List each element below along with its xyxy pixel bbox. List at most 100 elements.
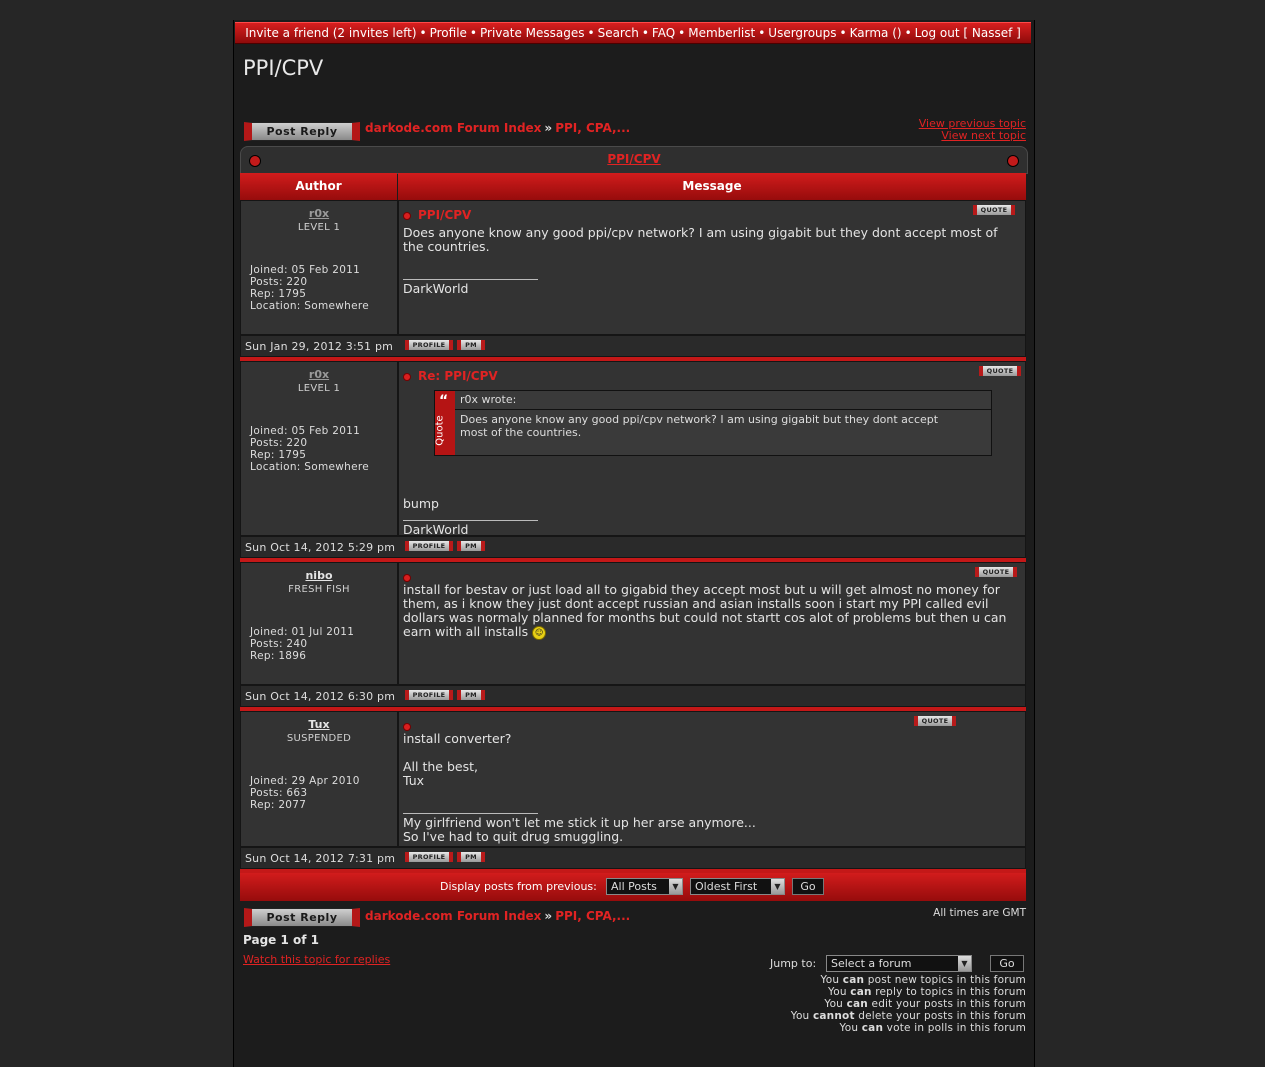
display-posts-label: Display posts from previous: — [440, 880, 597, 893]
perm-can: can — [861, 1022, 884, 1034]
perm-you: You — [839, 1022, 859, 1034]
post-reply-button[interactable]: Post Reply — [244, 122, 360, 141]
author-joined: Joined: 05 Feb 2011 — [250, 425, 361, 437]
display-go-button[interactable]: Go — [792, 878, 824, 895]
nav-sep: • — [839, 26, 847, 40]
page-info: Page 1 of 1 — [243, 933, 319, 947]
author-joined: Joined: 05 Feb 2011 — [250, 264, 361, 276]
post-footer: Sun Oct 14, 2012 7:31 pm PROFILE PM — [240, 847, 1026, 869]
column-header-message: Message — [398, 173, 1026, 200]
quote-button[interactable]: QUOTE — [973, 205, 1015, 215]
permission-line: You can reply to topics in this forum — [828, 986, 1026, 998]
author-posts: Posts: 220 — [250, 437, 308, 449]
post-bullet-icon — [403, 573, 411, 582]
post-message-cell: QUOTE install converter? All the best, T… — [398, 711, 1026, 847]
pm-button[interactable]: PM — [457, 852, 485, 862]
perm-text: delete your posts in this forum — [858, 1010, 1026, 1022]
nav-private-messages[interactable]: Private Messages — [480, 26, 585, 40]
sort-order-select[interactable]: Oldest First ▼ — [690, 878, 785, 895]
post-author-rank: FRESH FISH — [288, 584, 350, 595]
topic-table-title[interactable]: PPI/CPV — [241, 152, 1027, 166]
top-nav-bar: Invite a friend (2 invites left) • Profile… — [235, 22, 1031, 44]
post-author-name[interactable]: Tux — [241, 718, 397, 731]
post-body-line: install converter? — [403, 731, 512, 746]
permission-line: You can post new topics in this forum — [821, 974, 1026, 986]
permission-line: You cannot delete your posts in this for… — [791, 1010, 1026, 1022]
breadcrumb-forum-index[interactable]: darkode.com Forum Index — [365, 121, 541, 135]
post-footer: Sun Oct 14, 2012 6:30 pm PROFILE PM — [240, 685, 1026, 707]
author-rep: Rep: 1795 — [250, 288, 307, 300]
post-date: Sun Jan 29, 2012 3:51 pm — [245, 340, 394, 353]
post-message-cell: Re: PPI/CPV QUOTE “ Quote r0x wrote: Doe… — [398, 361, 1026, 537]
nav-faq[interactable]: FAQ — [652, 26, 675, 40]
post-message-cell: QUOTE install for bestav or just load al… — [398, 562, 1026, 685]
nav-sep: • — [587, 26, 595, 40]
perm-you: You — [828, 986, 847, 998]
pm-button[interactable]: PM — [457, 340, 485, 350]
post-author-name[interactable]: r0x — [241, 368, 397, 381]
perm-you: You — [824, 998, 844, 1010]
jump-go-button[interactable]: Go — [990, 955, 1024, 972]
post-subject-text: PPI/CPV — [418, 208, 472, 222]
nav-search[interactable]: Search — [598, 26, 639, 40]
post-subject-text: Re: PPI/CPV — [418, 369, 498, 383]
nav-invite[interactable]: Invite a friend (2 invites left) — [245, 26, 416, 40]
post-author-name[interactable]: nibo — [241, 569, 397, 582]
pm-button[interactable]: PM — [457, 541, 485, 551]
permission-line: You can vote in polls in this forum — [839, 1022, 1026, 1034]
nav-sep: • — [758, 26, 766, 40]
breadcrumb-ppi-cpa[interactable]: PPI, CPA,... — [555, 909, 630, 923]
profile-button[interactable]: PROFILE — [405, 852, 453, 862]
view-next-topic-link[interactable]: View next topic — [941, 129, 1026, 142]
post-signature-line: So I've had to quit drug smuggling. — [403, 829, 624, 844]
nav-memberlist[interactable]: Memberlist — [688, 26, 755, 40]
signature-divider — [403, 279, 538, 280]
post-body: install for bestav or just load all to g… — [403, 583, 1015, 640]
watch-topic-link[interactable]: Watch this topic for replies — [243, 953, 390, 966]
post-author-rank: LEVEL 1 — [297, 222, 341, 233]
profile-button[interactable]: PROFILE — [405, 690, 453, 700]
author-location: Location: Somewhere — [250, 461, 370, 473]
post-author-name[interactable]: r0x — [241, 207, 397, 220]
signature-divider — [403, 520, 538, 521]
forum-page: Invite a friend (2 invites left) • Profile… — [233, 20, 1035, 1067]
nav-sep: • — [641, 26, 649, 40]
profile-button[interactable]: PROFILE — [405, 340, 453, 350]
sort-order-value: Oldest First — [695, 880, 758, 893]
post-signature: DarkWorld — [403, 281, 469, 296]
chevron-down-icon: ▼ — [958, 956, 971, 971]
nav-karma[interactable]: Karma () — [850, 26, 902, 40]
breadcrumb-ppi-cpa[interactable]: PPI, CPA,... — [555, 121, 630, 135]
timezone-note: All times are GMT — [933, 907, 1026, 919]
post-author-rank: LEVEL 1 — [297, 383, 341, 394]
post-author-info: Joined: 29 Apr 2010 Posts: 663 Rep: 2077 — [250, 775, 360, 811]
post-body: bump — [403, 496, 439, 511]
post-body-line: All the best, — [403, 759, 478, 774]
breadcrumb-forum-index[interactable]: darkode.com Forum Index — [365, 909, 541, 923]
quote-button[interactable]: QUOTE — [975, 567, 1017, 577]
jump-to-select[interactable]: Select a forum ▼ — [826, 955, 972, 972]
signature-divider — [403, 813, 538, 814]
post-author-info: Joined: 01 Jul 2011 Posts: 240 Rep: 1896 — [250, 626, 354, 662]
display-period-select[interactable]: All Posts ▼ — [606, 878, 683, 895]
post-author-cell: r0x LEVEL 1 Joined: 05 Feb 2011 Posts: 2… — [240, 361, 398, 536]
nav-logout[interactable]: Log out [ Nassef ] — [915, 26, 1021, 40]
post-signature-line: My girlfriend won't let me stick it up h… — [403, 815, 756, 830]
profile-button[interactable]: PROFILE — [405, 541, 453, 551]
nav-profile[interactable]: Profile — [430, 26, 467, 40]
pm-button[interactable]: PM — [457, 690, 485, 700]
column-header-author: Author — [240, 173, 397, 200]
post-author-info: Joined: 05 Feb 2011 Posts: 220 Rep: 1795… — [250, 425, 369, 473]
jump-to-value: Select a forum — [831, 957, 912, 970]
quote-button[interactable]: QUOTE — [914, 716, 956, 726]
display-period-value: All Posts — [611, 880, 657, 893]
nav-usergroups[interactable]: Usergroups — [768, 26, 836, 40]
perm-text: edit your posts in this forum — [871, 998, 1026, 1010]
post-body-text: install for bestav or just load all to g… — [403, 582, 1007, 639]
post-reply-button-bottom[interactable]: Post Reply — [244, 908, 360, 927]
breadcrumb-bottom: darkode.com Forum Index» PPI, CPA,... — [365, 909, 630, 923]
perm-cannot: cannot — [812, 1010, 855, 1022]
quote-button[interactable]: QUOTE — [979, 366, 1021, 376]
breadcrumb-arrow: » — [544, 909, 553, 923]
post-author-rank: SUSPENDED — [286, 733, 352, 744]
